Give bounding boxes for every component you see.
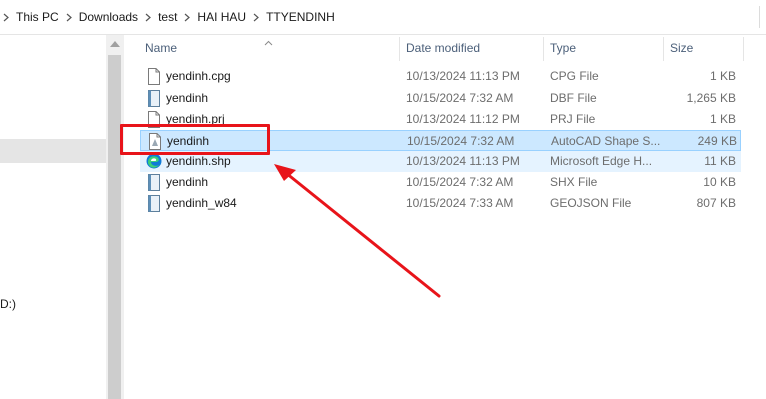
breadcrumb-downloads[interactable]: Downloads (75, 10, 142, 24)
chevron-right-icon[interactable] (63, 13, 75, 22)
file-date-modified: 10/15/2024 7:32 AM (406, 91, 514, 105)
column-header-type[interactable]: Type (550, 35, 650, 63)
scroll-up-arrow-icon[interactable] (110, 41, 120, 47)
data-file-icon (146, 90, 162, 107)
breadcrumb-ttyendinh[interactable]: TTYENDINH (262, 10, 339, 24)
column-header-name[interactable]: Name (145, 35, 395, 63)
file-list: Name Date modified Type Size yendinh.cpg… (126, 35, 766, 399)
file-row[interactable]: yendinh.cpg 10/13/2024 11:13 PM CPG File… (140, 66, 741, 87)
column-divider[interactable] (543, 37, 544, 61)
nav-scrollbar[interactable] (106, 35, 124, 399)
file-date-modified: 10/13/2024 11:13 PM (406, 69, 520, 83)
nav-scrollbar-thumb[interactable] (108, 55, 121, 399)
chevron-right-icon[interactable] (0, 13, 12, 22)
file-row[interactable]: yendinh 10/15/2024 7:32 AM SHX File 10 K… (140, 172, 741, 193)
file-name[interactable]: yendinh (166, 172, 396, 193)
chevron-right-icon[interactable] (181, 13, 193, 22)
file-type: AutoCAD Shape S... (551, 134, 661, 148)
text-file-icon (146, 68, 162, 85)
file-date-modified: 10/15/2024 7:33 AM (406, 196, 514, 210)
file-type: SHX File (550, 175, 598, 189)
file-type: GEOJSON File (550, 196, 632, 210)
breadcrumb-test[interactable]: test (154, 10, 181, 24)
data-file-icon (146, 195, 162, 212)
file-size: 10 KB (703, 175, 736, 189)
file-date-modified: 10/15/2024 7:32 AM (406, 175, 514, 189)
file-size: 1 KB (709, 112, 736, 126)
nav-item-selected[interactable] (0, 139, 106, 163)
column-divider[interactable] (399, 37, 400, 61)
file-size: 1,265 KB (686, 91, 736, 105)
chevron-right-icon[interactable] (142, 13, 154, 22)
column-header-size[interactable]: Size (670, 35, 730, 63)
column-header-row: Name Date modified Type Size (126, 35, 766, 63)
file-size: 807 KB (696, 196, 736, 210)
nav-drive-label[interactable]: D:) (0, 297, 16, 311)
file-size: 11 KB (704, 154, 736, 168)
data-file-icon (146, 174, 162, 191)
file-size: 1 KB (709, 69, 736, 83)
file-size: 249 KB (697, 134, 737, 148)
navigation-pane: D:) (0, 35, 124, 399)
file-type: DBF File (550, 91, 597, 105)
column-header-date-modified[interactable]: Date modified (406, 35, 536, 63)
file-type: PRJ File (550, 112, 596, 126)
address-bar[interactable]: This PC Downloads test HAI HAU TTYENDINH (0, 0, 766, 35)
file-date-modified: 10/13/2024 11:13 PM (406, 154, 520, 168)
edge-icon (146, 153, 162, 170)
address-bar-divider (759, 6, 766, 28)
file-row[interactable]: yendinh 10/15/2024 7:32 AM DBF File 1,26… (140, 88, 741, 109)
file-type: CPG File (550, 69, 599, 83)
file-date-modified: 10/15/2024 7:32 AM (407, 134, 515, 148)
chevron-right-icon[interactable] (250, 13, 262, 22)
file-name[interactable]: yendinh_w84 (166, 193, 396, 214)
breadcrumb-hai-hau[interactable]: HAI HAU (193, 10, 250, 24)
file-name[interactable]: yendinh (166, 88, 396, 109)
file-date-modified: 10/13/2024 11:12 PM (406, 112, 520, 126)
column-divider[interactable] (743, 37, 744, 61)
column-divider[interactable] (663, 37, 664, 61)
breadcrumb-this-pc[interactable]: This PC (12, 10, 63, 24)
annotation-highlight-box (120, 124, 270, 155)
file-row[interactable]: yendinh_w84 10/15/2024 7:33 AM GEOJSON F… (140, 193, 741, 214)
file-name[interactable]: yendinh.cpg (166, 66, 396, 87)
file-type: Microsoft Edge H... (550, 154, 653, 168)
